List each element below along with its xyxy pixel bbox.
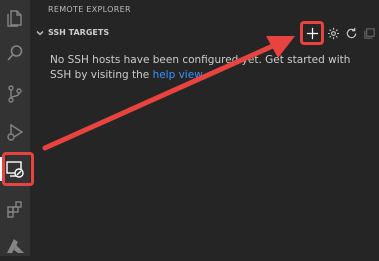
- plus-icon: [306, 27, 318, 39]
- source-control-icon: [8, 85, 22, 103]
- activity-azure[interactable]: [0, 231, 30, 261]
- activity-explorer[interactable]: [0, 3, 30, 33]
- refresh-button[interactable]: [343, 25, 359, 41]
- empty-message-suffix: .: [201, 69, 206, 81]
- sidebar: REMOTE EXPLORER SSH TARGETS No SSH hosts…: [30, 0, 379, 256]
- search-icon: [7, 45, 23, 61]
- extensions-icon: [7, 201, 22, 218]
- debug-icon: [7, 123, 24, 141]
- activity-search[interactable]: [0, 38, 30, 68]
- chevron-down-icon: [36, 31, 44, 36]
- activity-remote-explorer[interactable]: [0, 154, 30, 184]
- files-icon: [7, 10, 22, 27]
- ssh-targets-header[interactable]: SSH TARGETS: [30, 22, 379, 44]
- empty-message: No SSH hosts have been configured yet. G…: [50, 53, 370, 83]
- collapse-all-button[interactable]: [361, 25, 377, 41]
- activity-run-debug[interactable]: [0, 117, 30, 147]
- sidebar-title: REMOTE EXPLORER: [48, 5, 131, 14]
- activity-extensions[interactable]: [0, 194, 30, 224]
- refresh-icon: [346, 27, 356, 38]
- collapse-all-icon: [363, 27, 375, 39]
- azure-icon: [7, 239, 24, 253]
- activity-bar: [0, 0, 30, 256]
- remote-explorer-icon: [6, 161, 24, 178]
- help-view-link[interactable]: help view: [153, 69, 202, 81]
- configure-button[interactable]: [325, 25, 341, 41]
- activity-source-control[interactable]: [0, 79, 30, 109]
- add-ssh-host-button[interactable]: [304, 25, 320, 41]
- section-title: SSH TARGETS: [48, 28, 110, 37]
- gear-icon: [327, 27, 339, 39]
